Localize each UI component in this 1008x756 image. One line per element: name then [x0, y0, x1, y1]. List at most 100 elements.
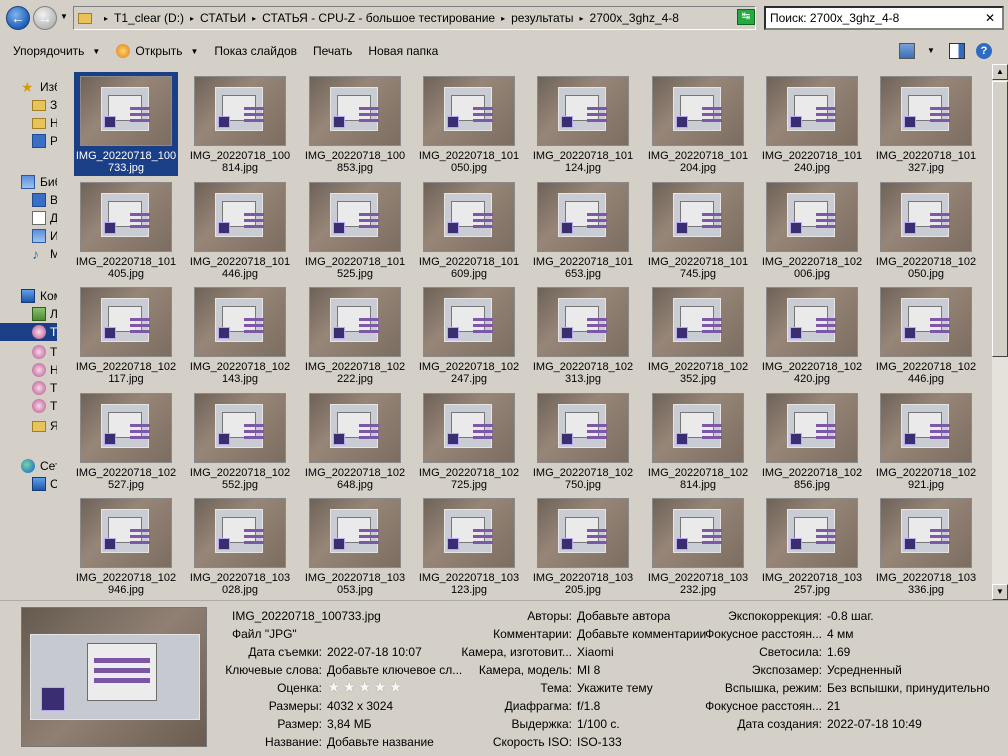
file-tile[interactable]: IMG_20220718_101745.jpg: [646, 178, 750, 282]
chevron-right-icon[interactable]: ▸: [501, 14, 505, 23]
property-value[interactable]: 21: [827, 699, 840, 713]
file-tile[interactable]: IMG_20220718_102222.jpg: [303, 283, 407, 387]
file-tile[interactable]: IMG_20220718_102050.jpg: [874, 178, 978, 282]
file-tile[interactable]: IMG_20220718_101405.jpg: [74, 178, 178, 282]
nav-item[interactable]: Загрузки: [0, 96, 57, 114]
file-tile[interactable]: IMG_20220718_103028.jpg: [188, 494, 292, 597]
scroll-up-button[interactable]: ▲: [992, 64, 1008, 80]
nav-item[interactable]: Библиотеки: [0, 173, 57, 191]
slideshow-button[interactable]: Показ слайдов: [214, 44, 297, 58]
property-value[interactable]: Xiaomi: [577, 645, 614, 659]
file-tile[interactable]: IMG_20220718_101446.jpg: [188, 178, 292, 282]
recent-pages-dropdown[interactable]: ▼: [60, 10, 70, 24]
property-value[interactable]: 3,84 МБ: [327, 717, 372, 731]
file-tile[interactable]: IMG_20220718_101525.jpg: [303, 178, 407, 282]
breadcrumb-item[interactable]: СТАТЬЯ - CPU-Z - большое тестирование: [262, 11, 495, 25]
help-icon[interactable]: ?: [976, 43, 992, 59]
nav-item[interactable]: Локальный диск: [0, 305, 57, 323]
nav-item[interactable]: Видео: [0, 191, 57, 209]
chevron-down-icon[interactable]: ▼: [190, 47, 198, 56]
file-tile[interactable]: IMG_20220718_103336.jpg: [874, 494, 978, 597]
file-tile[interactable]: IMG_20220718_101653.jpg: [531, 178, 635, 282]
file-tile[interactable]: IMG_20220718_101609.jpg: [417, 178, 521, 282]
property-value[interactable]: 4 мм: [827, 627, 854, 641]
open-button[interactable]: Открыть ▼: [116, 44, 198, 58]
preview-pane-icon[interactable]: [949, 43, 965, 59]
refresh-button[interactable]: ↹: [737, 9, 755, 25]
search-input[interactable]: Поиск: 2700x_3ghz_4-8 ✕: [764, 6, 1004, 30]
property-value[interactable]: f/1.8: [577, 699, 600, 713]
organize-button[interactable]: Упорядочить ▼: [13, 44, 100, 58]
file-tile[interactable]: IMG_20220718_103053.jpg: [303, 494, 407, 597]
file-tile[interactable]: IMG_20220718_102446.jpg: [874, 283, 978, 387]
file-tile[interactable]: IMG_20220718_102313.jpg: [531, 283, 635, 387]
file-tile[interactable]: IMG_20220718_101327.jpg: [874, 72, 978, 176]
property-value[interactable]: 2022-07-18 10:49: [827, 717, 922, 731]
file-tile[interactable]: IMG_20220718_100814.jpg: [188, 72, 292, 176]
file-tile[interactable]: IMG_20220718_101240.jpg: [760, 72, 864, 176]
file-tile[interactable]: IMG_20220718_102648.jpg: [303, 389, 407, 493]
chevron-down-icon[interactable]: ▼: [927, 43, 937, 59]
nav-item[interactable]: Рабочий стол: [0, 132, 57, 150]
breadcrumb-item[interactable]: T1_clear (D:): [114, 11, 184, 25]
nav-item[interactable]: ♪ Музыка: [0, 245, 57, 263]
star-icon[interactable]: ★: [342, 680, 355, 695]
file-tile[interactable]: IMG_20220718_101204.jpg: [646, 72, 750, 176]
star-icon[interactable]: ★: [389, 680, 402, 695]
scroll-down-button[interactable]: ▼: [992, 584, 1008, 600]
nav-item[interactable]: T: [0, 397, 57, 415]
nav-item[interactable]: Сеть: [0, 457, 57, 475]
file-tile[interactable]: IMG_20220718_102420.jpg: [760, 283, 864, 387]
property-value[interactable]: MI 8: [577, 663, 600, 677]
nav-item[interactable]: Компьютер: [0, 287, 57, 305]
chevron-right-icon[interactable]: ▸: [104, 14, 108, 23]
property-value[interactable]: 2022-07-18 10:07: [327, 645, 422, 659]
nav-item[interactable]: Изображения: [0, 227, 57, 245]
print-button[interactable]: Печать: [313, 44, 352, 58]
breadcrumb-item[interactable]: 2700x_3ghz_4-8: [590, 11, 679, 25]
property-value[interactable]: -0.8 шаг.: [827, 609, 874, 623]
file-tile[interactable]: IMG_20220718_103205.jpg: [531, 494, 635, 597]
file-tile[interactable]: IMG_20220718_102527.jpg: [74, 389, 178, 493]
file-tile[interactable]: IMG_20220718_103123.jpg: [417, 494, 521, 597]
property-value[interactable]: 1.69: [827, 645, 850, 659]
nav-item[interactable]: Документы: [0, 209, 57, 227]
nav-item[interactable]: T1_clear (D:): [0, 323, 57, 341]
vertical-scrollbar[interactable]: ▲ ▼: [992, 64, 1008, 600]
property-value[interactable]: Укажите тему: [577, 681, 653, 695]
property-value[interactable]: Добавьте автора: [577, 609, 670, 623]
file-tile[interactable]: IMG_20220718_103232.jpg: [646, 494, 750, 597]
star-icon[interactable]: ★: [358, 680, 371, 695]
property-value[interactable]: Без вспышки, принудительно: [827, 681, 990, 695]
file-tile[interactable]: IMG_20220718_102750.jpg: [531, 389, 635, 493]
nav-item[interactable]: C: [0, 475, 57, 493]
file-tile[interactable]: IMG_20220718_102006.jpg: [760, 178, 864, 282]
property-value[interactable]: Добавьте название: [327, 735, 434, 749]
star-icon[interactable]: ★: [373, 680, 386, 695]
forward-button[interactable]: →: [33, 6, 57, 30]
breadcrumb-item[interactable]: СТАТЬИ: [200, 11, 246, 25]
chevron-right-icon[interactable]: ▸: [190, 14, 194, 23]
nav-item[interactable]: Недавние места: [0, 114, 57, 132]
file-tile[interactable]: IMG_20220718_102725.jpg: [417, 389, 521, 493]
new-folder-button[interactable]: Новая папка: [368, 44, 438, 58]
scrollbar-thumb[interactable]: [992, 81, 1008, 357]
chevron-right-icon[interactable]: ▸: [580, 14, 584, 23]
property-value[interactable]: 1/100 с.: [577, 717, 620, 731]
file-tile[interactable]: IMG_20220718_100853.jpg: [303, 72, 407, 176]
nav-item[interactable]: T: [0, 343, 57, 361]
breadcrumb-item[interactable]: результаты: [511, 11, 573, 25]
file-tile[interactable]: IMG_20220718_102247.jpg: [417, 283, 521, 387]
breadcrumb[interactable]: ▸ T1_clear (D:) ▸ СТАТЬИ ▸ СТАТЬЯ - CPU-Z - б…: [73, 6, 756, 30]
nav-item[interactable]: Я: [0, 417, 57, 435]
nav-item[interactable]: H: [0, 361, 57, 379]
property-value[interactable]: Усредненный: [827, 663, 902, 677]
file-tile[interactable]: IMG_20220718_102921.jpg: [874, 389, 978, 493]
property-value[interactable]: Добавьте комментарии: [577, 627, 706, 641]
file-tile[interactable]: IMG_20220718_102856.jpg: [760, 389, 864, 493]
nav-item[interactable]: ★ Избранное: [0, 78, 57, 96]
file-tile[interactable]: IMG_20220718_102946.jpg: [74, 494, 178, 597]
file-tile[interactable]: IMG_20220718_102117.jpg: [74, 283, 178, 387]
nav-item[interactable]: T: [0, 379, 57, 397]
file-tile[interactable]: IMG_20220718_101050.jpg: [417, 72, 521, 176]
